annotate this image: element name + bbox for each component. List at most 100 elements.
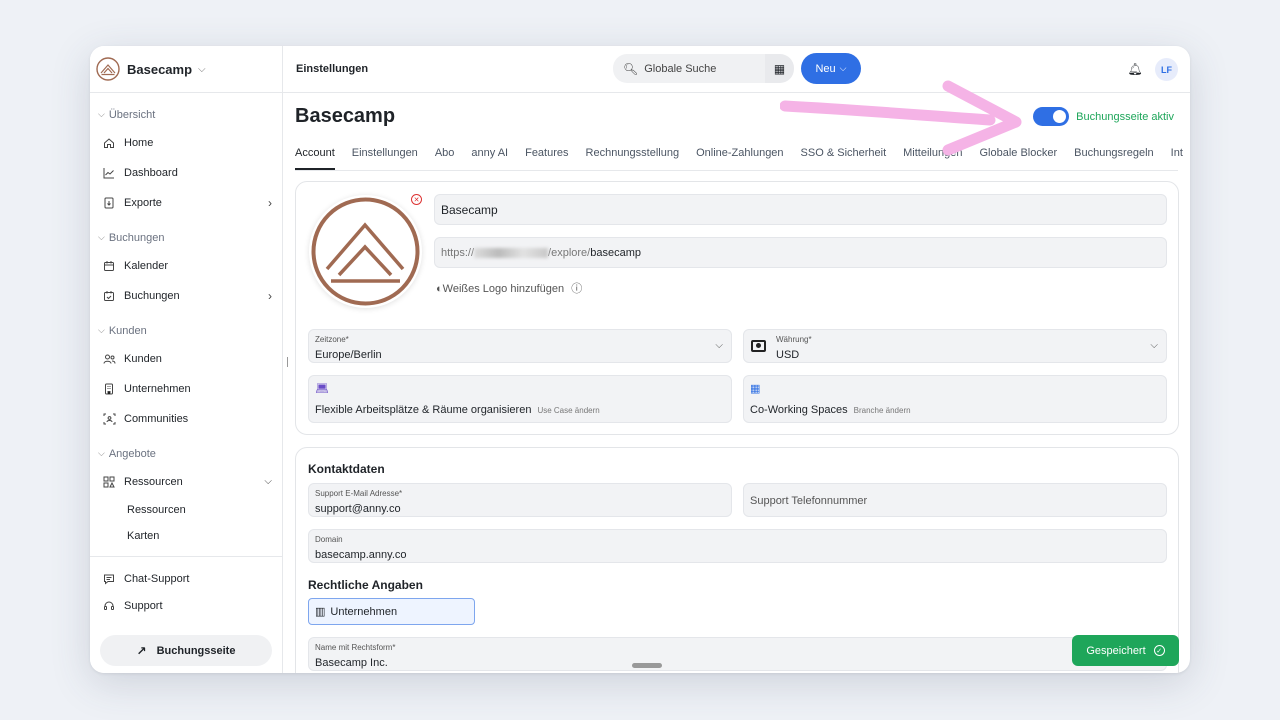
chat-icon bbox=[102, 572, 116, 586]
sidebar-resize-handle[interactable] bbox=[287, 357, 288, 367]
sidebar-item-kalender[interactable]: Kalender bbox=[90, 251, 282, 281]
sidebar-item-home[interactable]: Home bbox=[90, 128, 282, 158]
add-white-logo-label: Weißes Logo hinzufügen bbox=[442, 283, 565, 295]
tab-abo[interactable]: Abo bbox=[435, 147, 455, 170]
user-avatar[interactable]: LF bbox=[1155, 58, 1178, 81]
timezone-value: Europe/Berlin bbox=[315, 349, 382, 361]
chevron-down-icon: ⌵ bbox=[715, 340, 723, 351]
sidebar-item-label: Karten bbox=[127, 530, 160, 542]
legal-name-value: Basecamp Inc. bbox=[315, 657, 388, 669]
sidebar-item-label: Ressourcen bbox=[124, 476, 183, 488]
main-area: Einstellungen 🔍︎ Globale Suche ▦ Neu ⌵ 🔔︎ … bbox=[283, 46, 1190, 673]
company-type-chip[interactable]: ▥ Unternehmen bbox=[308, 598, 475, 625]
tab-einstellungen[interactable]: Einstellungen bbox=[352, 147, 418, 170]
sidebar-item-buchungen[interactable]: Buchungen › bbox=[90, 281, 282, 311]
settings-content: Basecamp Buchungsseite aktiv Account Ein… bbox=[283, 93, 1190, 673]
remove-logo-icon[interactable]: ✕ bbox=[411, 194, 422, 205]
notifications-button[interactable]: 🔔︎ bbox=[1124, 58, 1146, 80]
sidebar-item-label: Support bbox=[124, 599, 163, 612]
calendar-icon bbox=[102, 259, 116, 273]
use-case-value: Flexible Arbeitsplätze & Räume organisie… bbox=[315, 404, 532, 416]
booking-page-label: Buchungsseite bbox=[156, 644, 236, 657]
tab-online-zahlungen[interactable]: Online-Zahlungen bbox=[696, 147, 783, 170]
branch-field[interactable]: ▦ Co-Working Spaces Branche ändern bbox=[743, 375, 1167, 423]
sidebar-item-label: Home bbox=[124, 137, 154, 149]
tab-account[interactable]: Account bbox=[295, 147, 335, 170]
scroll-handle[interactable] bbox=[632, 663, 662, 668]
tab-anny-ai[interactable]: anny AI bbox=[471, 147, 508, 170]
sidebar-item-unternehmen[interactable]: Unternehmen bbox=[90, 374, 282, 404]
building-icon: ▦ bbox=[750, 383, 761, 395]
contact-card: Kontaktdaten Support E-Mail Adresse* sup… bbox=[295, 447, 1179, 673]
resources-icon bbox=[102, 475, 116, 489]
support-email-value: support@anny.co bbox=[315, 503, 401, 515]
booking-page-button[interactable]: ↗ Buchungsseite bbox=[100, 635, 272, 666]
timezone-select[interactable]: Zeitzone* Europe/Berlin ⌵ bbox=[308, 329, 732, 363]
sidebar-item-kunden[interactable]: Kunden bbox=[90, 344, 282, 374]
currency-value: USD bbox=[776, 349, 800, 361]
use-case-field[interactable]: 💻︎ Flexible Arbeitsplätze & Räume organi… bbox=[308, 375, 732, 423]
sidebar-item-label: Exporte bbox=[124, 197, 162, 209]
chevron-down-icon: ⌵ bbox=[1150, 340, 1158, 351]
section-kunden[interactable]: ⌵ Kunden bbox=[90, 317, 282, 344]
sidebar-footer: Chat-Support Support bbox=[90, 556, 282, 619]
support-phone-field[interactable]: Support Telefonnummer bbox=[743, 483, 1167, 517]
brand-logo-icon bbox=[96, 57, 120, 81]
sidebar-item-label: Dashboard bbox=[124, 167, 178, 179]
sidebar-item-label: Ressourcen bbox=[127, 504, 186, 516]
building-icon bbox=[102, 382, 116, 396]
change-use-case-link[interactable]: Use Case ändern bbox=[537, 406, 599, 415]
workspace-name: Basecamp bbox=[127, 61, 193, 77]
sidebar-item-support[interactable]: Support bbox=[90, 592, 282, 619]
external-link-icon: ↗ bbox=[136, 643, 147, 658]
company-name-field[interactable]: Basecamp bbox=[434, 194, 1167, 225]
sidebar-item-exporte[interactable]: Exporte › bbox=[90, 188, 282, 218]
account-card: ✕ Basecamp https:// /explore/basecamp ◐We… bbox=[295, 181, 1179, 435]
search-placeholder: Globale Suche bbox=[644, 62, 717, 75]
sidebar-item-ressourcen[interactable]: Ressourcen ⌵ bbox=[90, 467, 282, 497]
chevron-down-icon: ⌵ bbox=[98, 109, 105, 119]
currency-select[interactable]: Währung* USD ⌵ bbox=[743, 329, 1167, 363]
page-title: Basecamp bbox=[295, 105, 396, 127]
legal-name-field[interactable]: Name mit Rechtsform* Basecamp Inc. bbox=[308, 637, 1167, 671]
chevron-right-icon: › bbox=[268, 196, 272, 210]
company-logo-upload[interactable] bbox=[309, 195, 422, 308]
add-white-logo-link[interactable]: ◐Weißes Logo hinzufügen ⓘ bbox=[436, 280, 582, 296]
tab-int[interactable]: Int bbox=[1171, 147, 1183, 170]
sidebar-item-chat-support[interactable]: Chat-Support bbox=[90, 565, 282, 592]
booking-active-toggle[interactable]: Buchungsseite aktiv bbox=[1033, 107, 1174, 126]
qr-code-button[interactable]: ▦ bbox=[765, 54, 794, 83]
url-prefix: https:// bbox=[441, 247, 475, 259]
section-uebersicht[interactable]: ⌵ Übersicht bbox=[90, 101, 282, 128]
booking-url-field[interactable]: https:// /explore/basecamp bbox=[434, 237, 1167, 268]
sidebar-subitem-ressourcen[interactable]: Ressourcen bbox=[90, 497, 282, 523]
qr-code-icon: ▦ bbox=[773, 61, 786, 76]
tab-buchungsregeln[interactable]: Buchungsregeln bbox=[1074, 147, 1154, 170]
domain-label: Domain bbox=[315, 535, 343, 544]
search-icon: 🔍︎ bbox=[623, 61, 639, 76]
sidebar-item-label: Kunden bbox=[124, 353, 162, 365]
check-circle-icon: ✓ bbox=[1153, 645, 1165, 656]
domain-field[interactable]: Domain basecamp.anny.co bbox=[308, 529, 1167, 563]
contact-heading: Kontaktdaten bbox=[308, 462, 385, 476]
tab-features[interactable]: Features bbox=[525, 147, 568, 170]
sidebar-item-dashboard[interactable]: Dashboard bbox=[90, 158, 282, 188]
bell-icon: 🔔︎ bbox=[1127, 62, 1143, 76]
change-branch-link[interactable]: Branche ändern bbox=[854, 406, 911, 415]
sidebar-item-communities[interactable]: Communities bbox=[90, 404, 282, 434]
sidebar: Basecamp ⌵ ⌵ Übersicht Home Dashboard Exp… bbox=[90, 46, 283, 673]
global-search-input[interactable]: 🔍︎ Globale Suche bbox=[613, 54, 765, 83]
tab-rechnungsstellung[interactable]: Rechnungsstellung bbox=[586, 147, 680, 170]
support-email-field[interactable]: Support E-Mail Adresse* support@anny.co bbox=[308, 483, 732, 517]
saved-status-button[interactable]: Gespeichert ✓ bbox=[1072, 635, 1179, 666]
legal-name-label: Name mit Rechtsform* bbox=[315, 643, 396, 652]
page-breadcrumb: Einstellungen bbox=[296, 63, 369, 75]
chevron-down-icon: ⌵ bbox=[98, 325, 105, 335]
section-angebote[interactable]: ⌵ Angebote bbox=[90, 440, 282, 467]
support-email-label: Support E-Mail Adresse* bbox=[315, 489, 403, 498]
sidebar-item-label: Kalender bbox=[124, 260, 169, 272]
sidebar-subitem-karten[interactable]: Karten bbox=[90, 523, 282, 549]
section-buchungen[interactable]: ⌵ Buchungen bbox=[90, 224, 282, 251]
currency-label: Währung* bbox=[776, 335, 812, 344]
workspace-switcher[interactable]: Basecamp ⌵ bbox=[90, 46, 282, 93]
